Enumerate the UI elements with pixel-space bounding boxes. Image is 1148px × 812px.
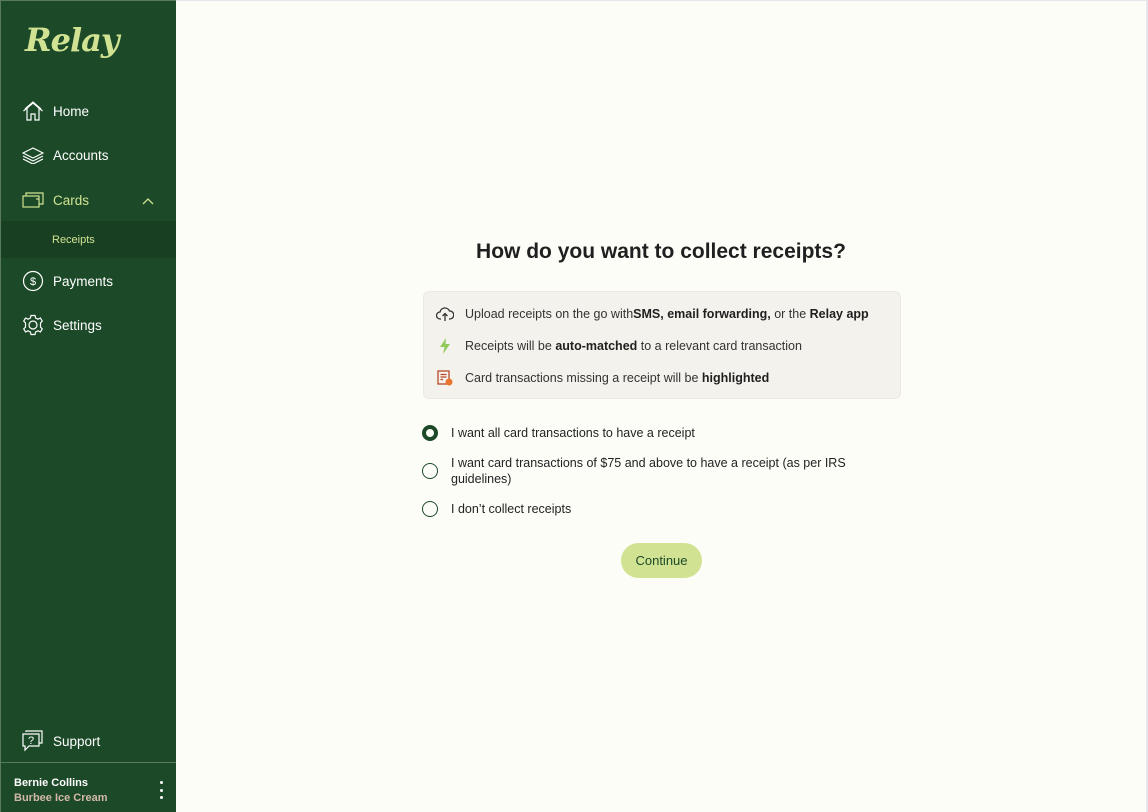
more-options-icon[interactable] [155, 781, 167, 799]
top-border [176, 0, 1148, 1]
sidebar-item-payments[interactable]: $ Payments [1, 263, 176, 299]
info-row: Receipts will be auto-matched to a relev… [436, 336, 802, 356]
sidebar-item-label: Payments [53, 273, 114, 289]
sidebar-item-label: Cards [53, 192, 90, 208]
sidebar-divider [1, 762, 176, 763]
sidebar-item-cards[interactable]: Cards [1, 182, 176, 218]
gear-icon [22, 314, 44, 336]
radio-button[interactable] [422, 463, 438, 479]
info-text: Upload receipts on the go with [465, 307, 634, 321]
receipt-alert-icon [436, 369, 454, 387]
layers-icon [22, 144, 44, 166]
radio-button[interactable] [422, 501, 438, 517]
help-chat-icon: ? [22, 730, 44, 752]
info-text-bold: SMS, email forwarding, [633, 307, 771, 321]
option-label: I don’t collect receipts [451, 502, 572, 516]
sidebar-item-home[interactable]: Home [1, 93, 176, 129]
chevron-up-icon[interactable] [142, 193, 154, 208]
user-profile[interactable]: Bernie Collins Burbee Ice Cream [14, 777, 108, 804]
svg-text:$: $ [30, 276, 36, 288]
sidebar-item-settings[interactable]: Settings [1, 307, 176, 343]
info-text-bold: auto-matched [555, 339, 638, 353]
sidebar-item-label: Settings [53, 317, 102, 333]
sidebar-item-support[interactable]: ? Support [1, 723, 176, 759]
info-text: Receipts will be [465, 339, 552, 353]
option-all-transactions[interactable]: I want all card transactions to have a r… [422, 425, 881, 441]
option-label: I want all card transactions to have a r… [451, 426, 695, 440]
sidebar: Relay Home Accounts Cards Receipts $ Pay… [0, 0, 176, 812]
svg-text:?: ? [28, 735, 34, 747]
info-text: or the [774, 307, 807, 321]
info-text: Card transactions missing a receipt will… [465, 371, 699, 385]
card-icon [22, 189, 44, 211]
option-no-receipts[interactable]: I don’t collect receipts [422, 501, 881, 517]
cloud-upload-icon [436, 305, 454, 323]
relay-logo[interactable]: Relay [25, 21, 119, 59]
sidebar-subitem-label: Receipts [52, 233, 95, 246]
radio-button[interactable] [422, 425, 438, 441]
info-text: to a relevant card transaction [640, 339, 802, 353]
option-label: I want card transactions of $75 and abov… [451, 456, 846, 486]
sidebar-item-accounts[interactable]: Accounts [1, 137, 176, 173]
info-row: Card transactions missing a receipt will… [436, 368, 769, 388]
info-box: Upload receipts on the go with SMS, emai… [423, 291, 901, 399]
sidebar-item-label: Accounts [53, 147, 109, 163]
home-icon [22, 100, 44, 122]
lightning-icon [436, 337, 454, 355]
dollar-circle-icon: $ [22, 270, 44, 292]
sidebar-item-label: Home [53, 103, 90, 119]
page-title: How do you want to collect receipts? [476, 240, 846, 263]
user-org: Burbee Ice Cream [14, 792, 108, 804]
info-text-bold: Relay app [809, 307, 869, 321]
option-75-and-above[interactable]: I want card transactions of $75 and abov… [422, 455, 881, 487]
info-text-bold: highlighted [701, 371, 770, 385]
sidebar-subitem-receipts[interactable]: Receipts [1, 221, 176, 258]
info-row: Upload receipts on the go with SMS, emai… [436, 304, 869, 324]
user-name: Bernie Collins [14, 777, 88, 789]
sidebar-item-label: Support [53, 733, 101, 749]
continue-button[interactable]: Continue [621, 543, 702, 578]
